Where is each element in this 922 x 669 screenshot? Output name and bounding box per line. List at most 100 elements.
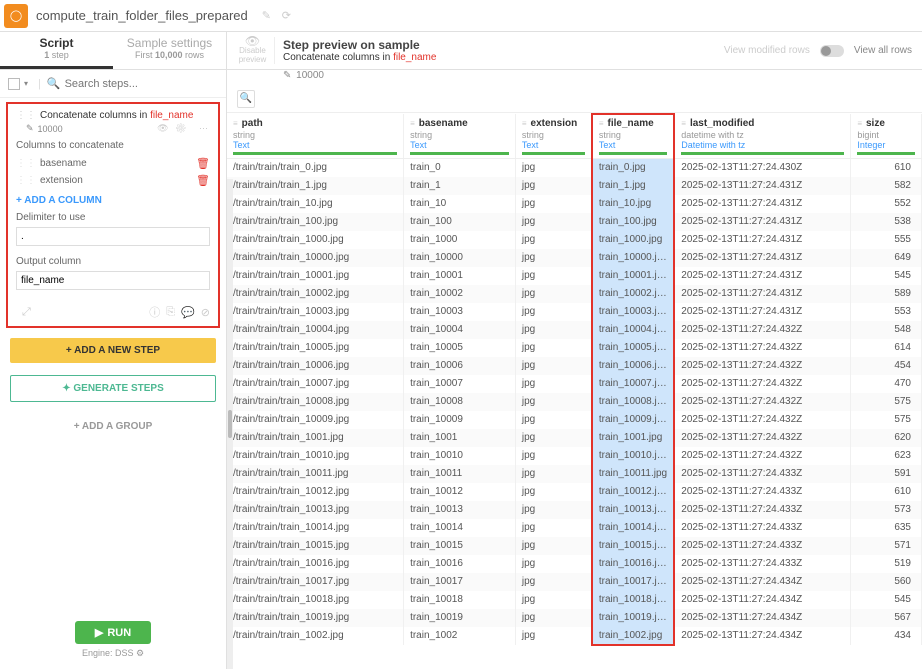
column-menu-icon[interactable]: ≡: [522, 119, 527, 128]
cell-file_name[interactable]: train_10014.jpg: [592, 519, 674, 537]
table-row[interactable]: /train/train/train_10003.jpgtrain_10003j…: [227, 303, 922, 321]
cell-last_modified[interactable]: 2025-02-13T11:27:24.432Z: [674, 393, 851, 411]
cell-path[interactable]: /train/train/train_1002.jpg: [227, 627, 404, 645]
cell-file_name[interactable]: train_1002.jpg: [592, 627, 674, 645]
cell-basename[interactable]: train_10006: [404, 357, 516, 375]
cell-file_name[interactable]: train_1000.jpg: [592, 231, 674, 249]
cell-extension[interactable]: jpg: [515, 159, 592, 177]
cell-size[interactable]: 560: [851, 573, 922, 591]
cell-path[interactable]: /train/train/train_10008.jpg: [227, 393, 404, 411]
tab-script[interactable]: Script 1 step: [0, 32, 113, 69]
cell-extension[interactable]: jpg: [515, 393, 592, 411]
cell-size[interactable]: 610: [851, 159, 922, 177]
disable-icon[interactable]: ⊘: [201, 306, 210, 319]
cell-size[interactable]: 575: [851, 411, 922, 429]
table-row[interactable]: /train/train/train_10007.jpgtrain_10007j…: [227, 375, 922, 393]
cell-size[interactable]: 614: [851, 339, 922, 357]
column-meaning[interactable]: Text: [522, 140, 585, 150]
table-row[interactable]: /train/train/train_10012.jpgtrain_10012j…: [227, 483, 922, 501]
column-menu-icon[interactable]: ≡: [599, 119, 604, 128]
cell-size[interactable]: 591: [851, 465, 922, 483]
grip-icon[interactable]: ⋮⋮: [16, 110, 36, 121]
cell-size[interactable]: 545: [851, 591, 922, 609]
table-row[interactable]: /train/train/train_10001.jpgtrain_10001j…: [227, 267, 922, 285]
cell-last_modified[interactable]: 2025-02-13T11:27:24.434Z: [674, 573, 851, 591]
column-menu-icon[interactable]: ≡: [233, 119, 238, 128]
cell-last_modified[interactable]: 2025-02-13T11:27:24.431Z: [674, 213, 851, 231]
cell-file_name[interactable]: train_0.jpg: [592, 159, 674, 177]
cell-path[interactable]: /train/train/train_10007.jpg: [227, 375, 404, 393]
run-button[interactable]: ▶RUN: [75, 621, 151, 644]
cell-extension[interactable]: jpg: [515, 429, 592, 447]
cell-last_modified[interactable]: 2025-02-13T11:27:24.431Z: [674, 195, 851, 213]
cell-size[interactable]: 620: [851, 429, 922, 447]
cell-size[interactable]: 610: [851, 483, 922, 501]
table-row[interactable]: /train/train/train_10014.jpgtrain_10014j…: [227, 519, 922, 537]
refresh-icon[interactable]: ⟳: [282, 9, 296, 23]
panel-resize-handle[interactable]: [227, 179, 233, 669]
cell-file_name[interactable]: train_10009.jpg: [592, 411, 674, 429]
cell-size[interactable]: 434: [851, 627, 922, 645]
cell-basename[interactable]: train_10004: [404, 321, 516, 339]
trash-icon[interactable]: 🗑: [196, 174, 210, 187]
cell-last_modified[interactable]: 2025-02-13T11:27:24.433Z: [674, 501, 851, 519]
cell-file_name[interactable]: train_10019.jpg: [592, 609, 674, 627]
column-header-extension[interactable]: ≡extensionstringText: [515, 114, 592, 159]
cell-path[interactable]: /train/train/train_10.jpg: [227, 195, 404, 213]
cell-path[interactable]: /train/train/train_10018.jpg: [227, 591, 404, 609]
cell-size[interactable]: 555: [851, 231, 922, 249]
cell-path[interactable]: /train/train/train_10017.jpg: [227, 573, 404, 591]
cell-basename[interactable]: train_1: [404, 177, 516, 195]
cell-last_modified[interactable]: 2025-02-13T11:27:24.434Z: [674, 627, 851, 645]
cell-extension[interactable]: jpg: [515, 519, 592, 537]
cell-size[interactable]: 567: [851, 609, 922, 627]
grip-icon[interactable]: ⋮⋮: [16, 175, 36, 186]
cell-last_modified[interactable]: 2025-02-13T11:27:24.432Z: [674, 429, 851, 447]
cell-file_name[interactable]: train_10016.jpg: [592, 555, 674, 573]
cell-path[interactable]: /train/train/train_10013.jpg: [227, 501, 404, 519]
cell-basename[interactable]: train_10019: [404, 609, 516, 627]
search-steps-input[interactable]: [65, 78, 218, 90]
cell-file_name[interactable]: train_10003.jpg: [592, 303, 674, 321]
select-caret-icon[interactable]: ▾: [24, 79, 28, 88]
cell-file_name[interactable]: train_10004.jpg: [592, 321, 674, 339]
cell-last_modified[interactable]: 2025-02-13T11:27:24.431Z: [674, 267, 851, 285]
column-header-last_modified[interactable]: ≡last_modifieddatetime with tzDatetime w…: [674, 114, 851, 159]
cell-size[interactable]: 649: [851, 249, 922, 267]
cell-file_name[interactable]: train_10011.jpg: [592, 465, 674, 483]
cell-extension[interactable]: jpg: [515, 465, 592, 483]
cell-file_name[interactable]: train_10006.jpg: [592, 357, 674, 375]
cell-path[interactable]: /train/train/train_10002.jpg: [227, 285, 404, 303]
cell-basename[interactable]: train_10011: [404, 465, 516, 483]
recipe-icon[interactable]: ◯: [4, 4, 28, 28]
cell-extension[interactable]: jpg: [515, 303, 592, 321]
cell-path[interactable]: /train/train/train_10015.jpg: [227, 537, 404, 555]
pencil-icon[interactable]: ✎: [26, 123, 34, 134]
grip-icon[interactable]: ⋮⋮: [16, 158, 36, 169]
cell-extension[interactable]: jpg: [515, 609, 592, 627]
gear-icon[interactable]: ⚙: [175, 123, 188, 133]
more-icon[interactable]: ⋯: [199, 123, 210, 133]
cell-last_modified[interactable]: 2025-02-13T11:27:24.431Z: [674, 285, 851, 303]
cell-size[interactable]: 573: [851, 501, 922, 519]
cell-basename[interactable]: train_10002: [404, 285, 516, 303]
cell-basename[interactable]: train_10005: [404, 339, 516, 357]
cell-last_modified[interactable]: 2025-02-13T11:27:24.432Z: [674, 339, 851, 357]
cell-path[interactable]: /train/train/train_10003.jpg: [227, 303, 404, 321]
cell-file_name[interactable]: train_10.jpg: [592, 195, 674, 213]
cell-size[interactable]: 582: [851, 177, 922, 195]
cell-file_name[interactable]: train_1001.jpg: [592, 429, 674, 447]
table-row[interactable]: /train/train/train_10000.jpgtrain_10000j…: [227, 249, 922, 267]
table-row[interactable]: /train/train/train_10008.jpgtrain_10008j…: [227, 393, 922, 411]
cell-extension[interactable]: jpg: [515, 627, 592, 645]
cell-path[interactable]: /train/train/train_0.jpg: [227, 159, 404, 177]
column-menu-icon[interactable]: ≡: [410, 119, 415, 128]
cell-file_name[interactable]: train_1.jpg: [592, 177, 674, 195]
info-icon[interactable]: ⓘ: [149, 304, 160, 320]
cell-extension[interactable]: jpg: [515, 357, 592, 375]
cell-size[interactable]: 575: [851, 393, 922, 411]
cell-extension[interactable]: jpg: [515, 231, 592, 249]
cell-last_modified[interactable]: 2025-02-13T11:27:24.432Z: [674, 321, 851, 339]
table-row[interactable]: /train/train/train_1000.jpgtrain_1000jpg…: [227, 231, 922, 249]
cell-last_modified[interactable]: 2025-02-13T11:27:24.430Z: [674, 159, 851, 177]
